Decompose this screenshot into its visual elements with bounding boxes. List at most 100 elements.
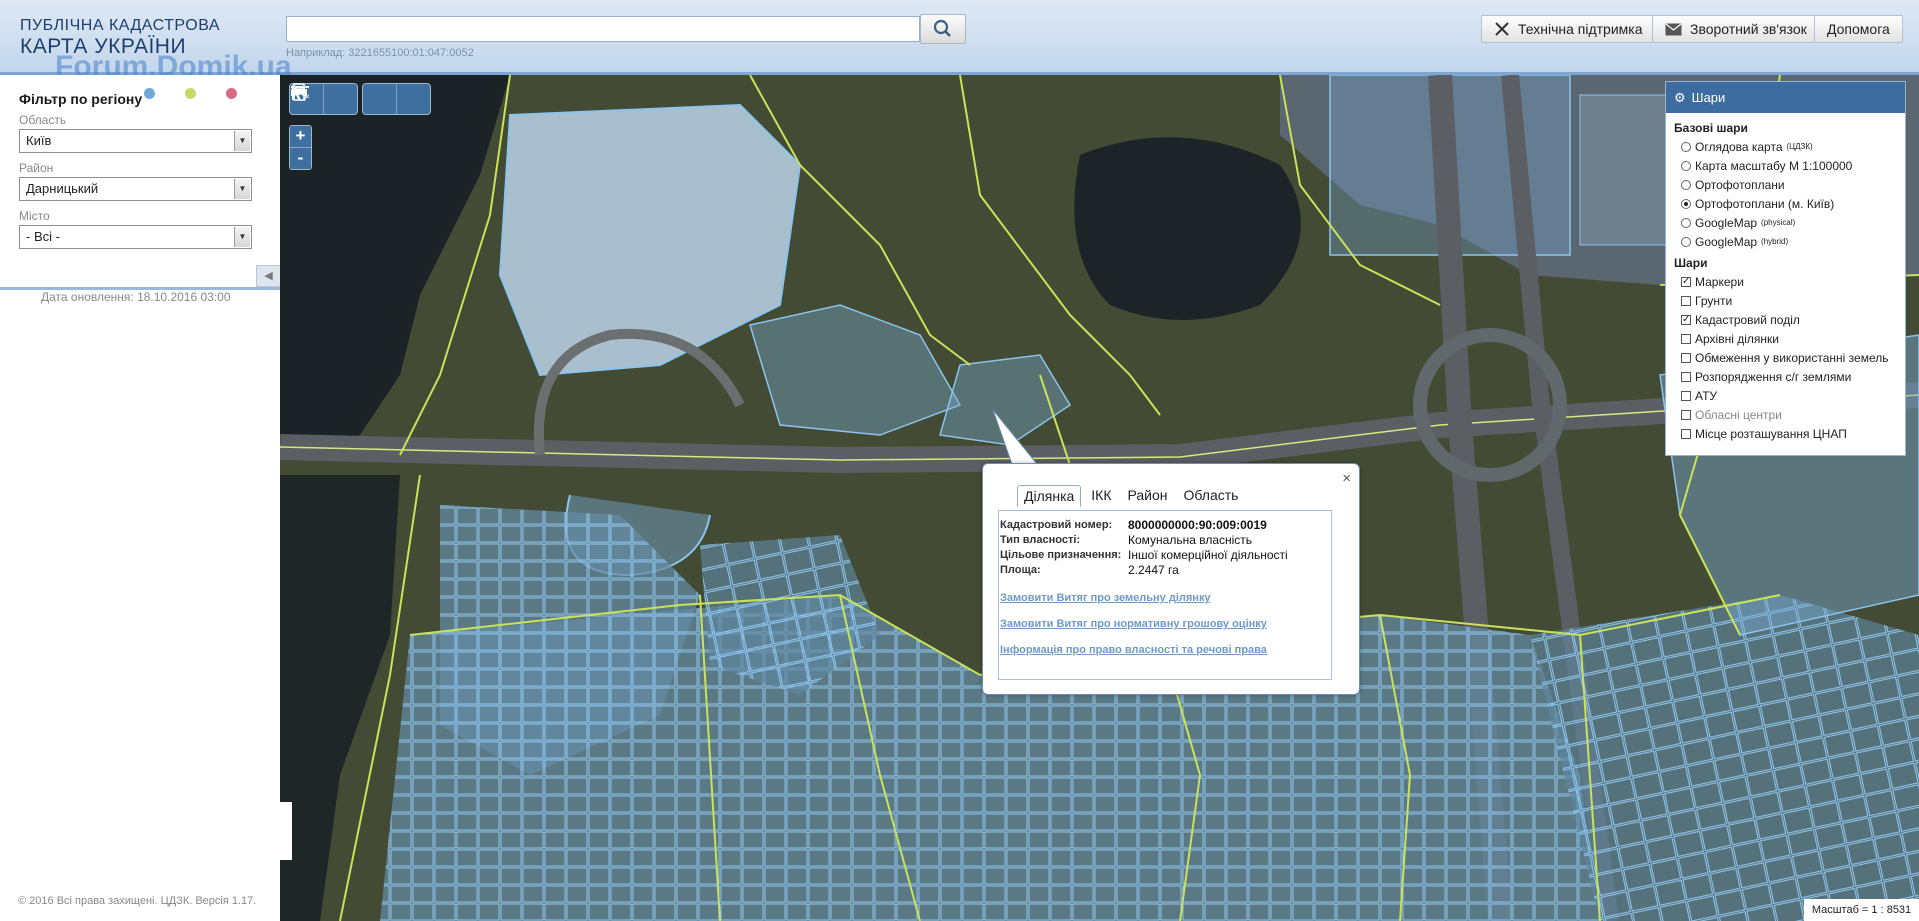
overlay-layers-title: Шари <box>1674 256 1708 270</box>
checkbox[interactable] <box>1681 428 1691 439</box>
radio-button[interactable] <box>1681 217 1691 228</box>
base-layer-option[interactable]: Ортофотоплани (м. Київ) <box>1666 194 1905 213</box>
map-side-tab[interactable] <box>280 802 292 860</box>
tab-parcel[interactable]: Ділянка <box>1017 485 1082 507</box>
left-panel: Фільтр по регіону Область Київ ▼ Район Д… <box>0 75 281 921</box>
purpose-value: Іншої комерційної діяльності <box>1128 547 1288 562</box>
overlay-layer-option[interactable]: ✓ Кадастровий поділ <box>1666 310 1905 329</box>
area-measure-icon[interactable]: М² <box>291 84 357 114</box>
radio-button[interactable] <box>1681 179 1691 190</box>
base-layer-label: Карта масштабу М 1:100000 <box>1695 158 1853 173</box>
tab-ikk[interactable]: ІКК <box>1085 485 1117 507</box>
order-land-extract-link[interactable]: Замовити Витяг про земельну ділянку <box>1000 592 1331 604</box>
gear-icon: ⚙ <box>1674 89 1686 105</box>
base-layer-option[interactable]: GoogleMap (hybrid) <box>1666 232 1905 251</box>
cadastral-number-value: 8000000000:90:009:0019 <box>1128 517 1267 532</box>
zoom-in-button[interactable]: + <box>290 126 311 148</box>
dropdown-arrow-icon: ▼ <box>234 227 250 247</box>
region-select[interactable]: Київ ▼ <box>19 129 252 153</box>
base-layer-label: Ортофотоплани (м. Київ) <box>1695 196 1835 211</box>
city-label: Місто <box>19 209 50 223</box>
base-layer-label: Оглядова карта <box>1695 139 1783 154</box>
overlay-layer-option[interactable]: АТУ <box>1666 386 1905 405</box>
base-layer-option[interactable]: Карта масштабу М 1:100000 <box>1666 156 1905 175</box>
overlay-layer-label: Обласні центри <box>1695 407 1782 422</box>
close-icon[interactable]: × <box>1342 470 1351 487</box>
layers-header[interactable]: ⚙ Шари <box>1666 82 1905 113</box>
city-value: - Всі - <box>26 229 60 244</box>
cadastral-number-label: Кадастровий номер: <box>1000 518 1113 531</box>
overlay-layer-option[interactable]: Архівні ділянки <box>1666 329 1905 348</box>
city-select[interactable]: - Всі - ▼ <box>19 225 252 249</box>
radio-button[interactable] <box>1681 236 1691 247</box>
help-button[interactable]: Допомога <box>1814 15 1903 43</box>
base-layer-label: Ортофотоплани <box>1695 177 1785 192</box>
area-value: 2.2447 га <box>1128 562 1179 577</box>
feedback-button[interactable]: Зворотний зв'язок <box>1652 15 1820 43</box>
checkbox[interactable] <box>1681 390 1691 401</box>
dropdown-arrow-icon: ▼ <box>234 179 250 199</box>
info-cursor-icon[interactable]: ? <box>292 84 430 114</box>
overlay-layer-label: Обмеження у використанні земель <box>1695 350 1889 365</box>
radio-button[interactable] <box>1681 141 1691 152</box>
overlay-layer-label: Грунти <box>1695 293 1733 308</box>
region-color-dot-green[interactable] <box>185 88 196 99</box>
checkbox[interactable]: ✓ <box>1681 276 1691 287</box>
radio-button[interactable] <box>1681 160 1691 171</box>
copyright-text: © 2016 Всі права захищені. ЦДЗК. Версія … <box>18 895 257 907</box>
search-button[interactable] <box>920 14 966 44</box>
popup-pointer <box>993 410 1038 468</box>
overlay-layer-option[interactable]: Розпорядження с/г землями <box>1666 367 1905 386</box>
scale-indicator: Масштаб = 1 : 8531 <box>1804 899 1919 921</box>
map-toolbar: М М² ? <box>289 83 431 115</box>
base-layer-label: GoogleMap <box>1695 234 1758 249</box>
wrench-icon <box>1495 22 1509 36</box>
region-label: Область <box>19 113 67 127</box>
print-tool-group: ? <box>291 83 431 115</box>
overlay-layer-option[interactable]: ✓ Маркери <box>1666 272 1905 291</box>
base-layer-option[interactable]: GoogleMap (physical) <box>1666 213 1905 232</box>
district-label: Район <box>19 161 54 175</box>
detail-row: Площа: 2.2447 га <box>999 562 1331 577</box>
region-color-dot-blue[interactable] <box>144 88 155 99</box>
layers-title: Шари <box>1691 90 1726 105</box>
purpose-label: Цільове призначення: <box>1000 548 1122 561</box>
search-icon <box>933 19 951 37</box>
checkbox[interactable] <box>1681 352 1691 363</box>
order-valuation-extract-link[interactable]: Замовити Витяг про нормативну грошову оц… <box>1000 618 1331 630</box>
base-layer-option[interactable]: Ортофотоплани <box>1666 175 1905 194</box>
overlay-layer-label: Місце розташування ЦНАП <box>1695 426 1847 441</box>
popup-tabs: Ділянка ІКК Район Область <box>1017 485 1244 507</box>
base-layers-title: Базові шари <box>1674 121 1748 135</box>
print-icon[interactable] <box>291 83 397 114</box>
ownership-type-label: Тип власності: <box>1000 533 1081 546</box>
district-value: Дарницький <box>26 181 99 196</box>
tab-region[interactable]: Область <box>1178 485 1245 507</box>
detail-row: Цільове призначення: Іншої комерційної д… <box>999 547 1331 562</box>
parcel-details: Кадастровий номер: 8000000000:90:009:001… <box>998 510 1332 680</box>
region-value: Київ <box>26 133 52 148</box>
logo-line-1: ПУБЛІЧНА КАДАСТРОВА <box>20 17 220 34</box>
collapse-panel-button[interactable]: ◀ <box>256 265 280 287</box>
parcel-info-popup: × Ділянка ІКК Район Область Кадастровий … <box>982 463 1360 695</box>
overlay-layer-option[interactable]: Грунти <box>1666 291 1905 310</box>
base-layer-option[interactable]: Оглядова карта (ЦДЗК) <box>1666 137 1905 156</box>
region-color-dot-red[interactable] <box>226 88 237 99</box>
overlay-layer-option[interactable]: Місце розташування ЦНАП <box>1666 424 1905 443</box>
zoom-out-button[interactable]: - <box>290 148 311 169</box>
checkbox <box>1681 409 1691 420</box>
overlay-layer-option[interactable]: Обмеження у використанні земель <box>1666 348 1905 367</box>
checkbox[interactable]: ✓ <box>1681 314 1691 325</box>
detail-row: Тип власності: Комунальна власність <box>999 532 1331 547</box>
checkbox[interactable] <box>1681 333 1691 344</box>
update-date: Дата оновлення: 18.10.2016 03:00 <box>41 290 231 304</box>
checkbox[interactable] <box>1681 295 1691 306</box>
search-input[interactable] <box>286 16 920 42</box>
district-select[interactable]: Дарницький ▼ <box>19 177 252 201</box>
base-layer-label: GoogleMap <box>1695 215 1758 230</box>
checkbox[interactable] <box>1681 371 1691 382</box>
tech-support-button[interactable]: Технічна підтримка <box>1481 15 1656 43</box>
ownership-info-link[interactable]: Інформація про право власності та речові… <box>1000 644 1331 656</box>
radio-button[interactable] <box>1681 198 1691 209</box>
tab-district[interactable]: Район <box>1122 485 1174 507</box>
